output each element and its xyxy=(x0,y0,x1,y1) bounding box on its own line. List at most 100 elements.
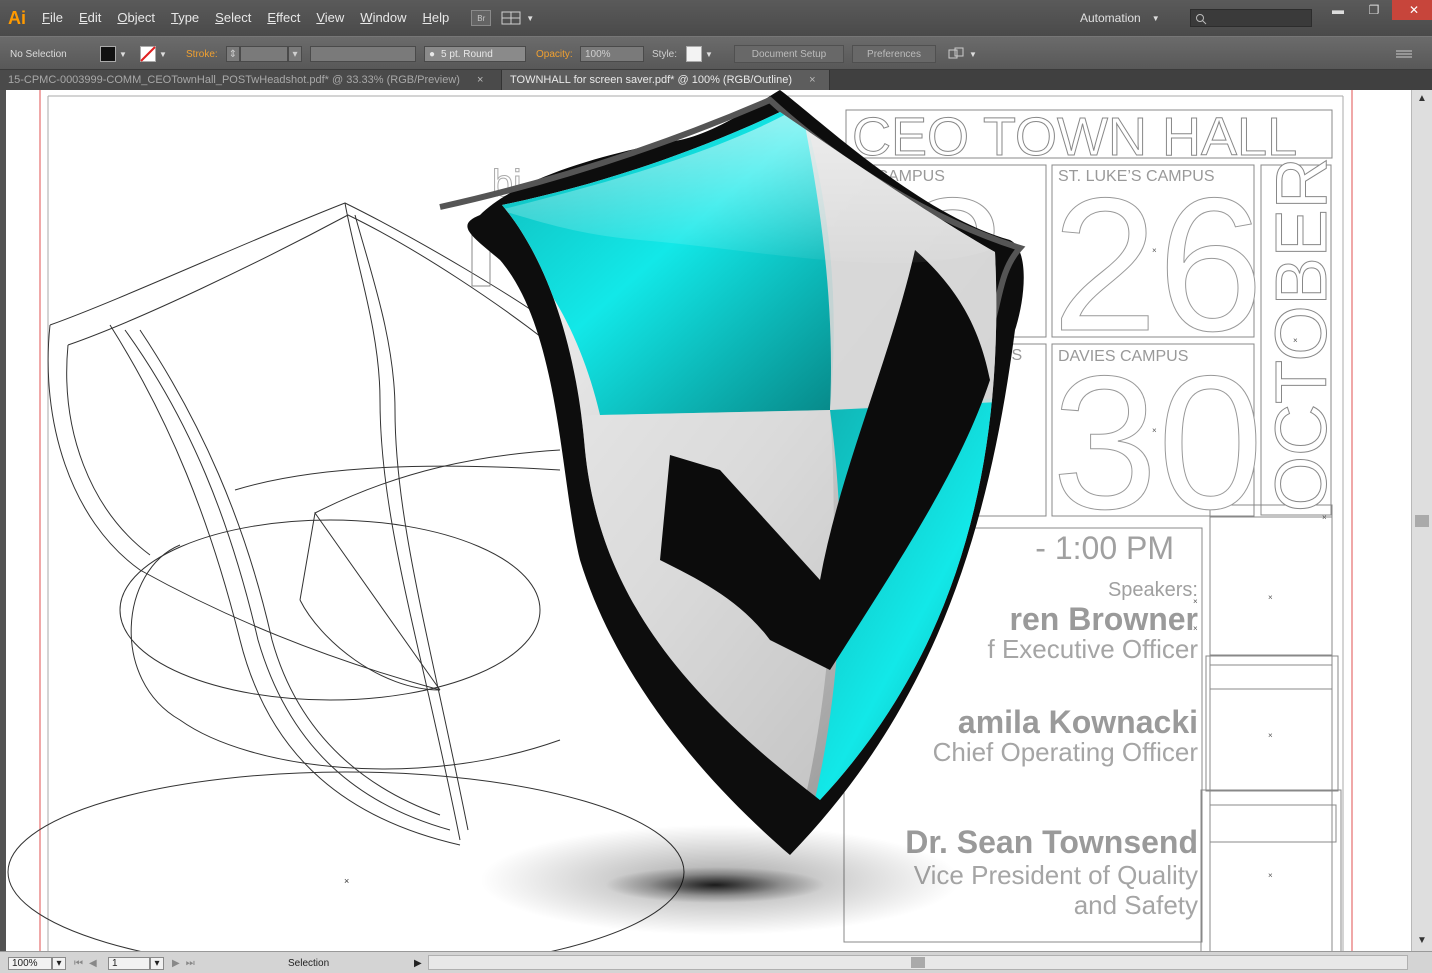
opacity-value[interactable]: 100% xyxy=(580,46,644,62)
speaker-2-name: amila Kownacki xyxy=(958,704,1198,740)
maximize-button[interactable]: ❐ xyxy=(1356,0,1392,20)
menu-select[interactable]: Select xyxy=(207,0,259,36)
search-input[interactable] xyxy=(1190,9,1312,27)
speaker-1-name: ren Browner xyxy=(1010,601,1198,637)
artwork: × CEO TOWN HALL bi IC CAMPUS ST. LUKE’S … xyxy=(7,90,1353,951)
next-artboard-icon[interactable]: ▶ xyxy=(172,958,180,969)
illustrator-window: Ai File Edit Object Type Select Effect V… xyxy=(0,0,1432,973)
style-swatch xyxy=(686,46,702,62)
speakers-label: Speakers: xyxy=(1108,579,1198,601)
menu-object[interactable]: Object xyxy=(109,0,163,36)
stroke-weight-stepper[interactable]: ⇕ ▾ xyxy=(226,45,302,63)
menu-bar: Ai File Edit Object Type Select Effect V… xyxy=(0,0,1432,36)
svg-text:×: × xyxy=(1152,426,1157,435)
close-icon[interactable]: × xyxy=(477,74,483,86)
arrange-icon[interactable]: ▼ xyxy=(948,45,977,63)
svg-text:×: × xyxy=(1193,624,1198,633)
opacity-label[interactable]: Opacity: xyxy=(536,45,573,63)
stroke-weight-field[interactable] xyxy=(240,46,288,62)
zoom-level[interactable]: 100% xyxy=(8,956,52,970)
svg-text:×: × xyxy=(1268,731,1273,740)
stroke-label[interactable]: Stroke: xyxy=(186,45,218,63)
control-bar: No Selection ▼ ▼ Stroke: ⇕ ▾ ● 5 pt. Rou… xyxy=(0,36,1432,70)
month-vertical: OCTOBER xyxy=(1262,157,1342,512)
svg-text:×: × xyxy=(1268,593,1273,602)
vertical-scrollbar[interactable]: ▲ ▼ xyxy=(1411,90,1432,951)
speaker-1-title: f Executive Officer xyxy=(988,634,1199,664)
current-tool-label: Selection xyxy=(288,957,330,969)
previous-artboard-icon[interactable]: ◀ xyxy=(89,958,97,969)
fill-color-swatch xyxy=(100,46,116,62)
artboard-nav-first[interactable]: ⏮ ◀ xyxy=(74,955,97,971)
control-panel-menu-icon[interactable] xyxy=(1396,45,1412,63)
no-stroke-icon xyxy=(140,46,156,62)
fill-swatch[interactable]: ▼ xyxy=(100,45,127,63)
scroll-down-icon[interactable]: ▼ xyxy=(1417,935,1427,946)
chevron-down-icon[interactable]: ▾ xyxy=(150,956,164,970)
search-icon xyxy=(1196,14,1207,25)
menu-type[interactable]: Type xyxy=(163,0,207,36)
tab-document-1[interactable]: 15-CPMC-0003999-COMM_CEOTownHall_POSTwHe… xyxy=(0,70,502,90)
brush-label: 5 pt. Round xyxy=(441,48,493,60)
stepper-arrows-icon[interactable]: ⇕ xyxy=(226,46,240,62)
preferences-button[interactable]: Preferences xyxy=(852,45,936,63)
speaker-3-title-line-2: and Safety xyxy=(1074,890,1198,920)
close-icon[interactable]: × xyxy=(809,74,815,86)
speaker-3-name: Dr. Sean Townsend xyxy=(905,824,1198,860)
bridge-icon[interactable]: Br xyxy=(471,10,492,26)
chevron-down-icon: ▼ xyxy=(1151,13,1160,23)
date-4: 30 xyxy=(1052,337,1263,549)
selection-status: No Selection xyxy=(10,48,67,60)
menu-help[interactable]: Help xyxy=(415,0,458,36)
last-artboard-icon[interactable]: ⏭ xyxy=(186,958,195,969)
svg-text:×: × xyxy=(1322,513,1327,522)
menu-view[interactable]: View xyxy=(308,0,352,36)
svg-text:×: × xyxy=(1293,336,1298,345)
brush-dropdown[interactable]: ● 5 pt. Round xyxy=(424,45,526,63)
poster-title: CEO TOWN HALL xyxy=(852,107,1297,167)
shield-preview xyxy=(439,90,1026,935)
window-controls: ▬ ❐ ✕ xyxy=(1320,0,1432,20)
document-setup-button[interactable]: Document Setup xyxy=(734,45,844,63)
minimize-button[interactable]: ▬ xyxy=(1320,0,1356,20)
scroll-up-icon[interactable]: ▲ xyxy=(1417,93,1427,104)
graphic-style-swatch[interactable]: ▼ xyxy=(686,45,713,63)
zoom-dropdown[interactable]: 100% ▾ xyxy=(8,955,66,971)
svg-text:×: × xyxy=(1152,246,1157,255)
close-button[interactable]: ✕ xyxy=(1392,0,1432,20)
artboard-number[interactable]: 1 xyxy=(108,956,150,970)
first-artboard-icon[interactable]: ⏮ xyxy=(74,958,83,969)
menu-window[interactable]: Window xyxy=(352,0,414,36)
workspace-label: Automation xyxy=(1080,11,1141,25)
tab-label: TOWNHALL for screen saver.pdf* @ 100% (R… xyxy=(510,74,792,86)
brush-dot-icon: ● xyxy=(429,48,436,60)
variable-width-dropdown[interactable] xyxy=(310,45,416,63)
menu-effect[interactable]: Effect xyxy=(259,0,308,36)
speaker-2-title: Chief Operating Officer xyxy=(933,737,1199,767)
workspace-switcher[interactable]: Automation ▼ xyxy=(1080,0,1160,36)
menu-edit[interactable]: Edit xyxy=(71,0,109,36)
menu-bar-icons: Br ▼ xyxy=(471,10,534,26)
tab-document-2[interactable]: TOWNHALL for screen saver.pdf* @ 100% (R… xyxy=(502,70,830,90)
variable-width-field[interactable] xyxy=(310,46,416,62)
svg-text:×: × xyxy=(1193,597,1198,606)
event-time: - 1:00 PM xyxy=(1035,530,1174,566)
illustrator-logo: Ai xyxy=(8,7,26,28)
center-point-marker: × xyxy=(344,876,349,886)
chevron-down-icon[interactable]: ▾ xyxy=(288,46,302,62)
artboard-nav-next[interactable]: ▶ ⏭ xyxy=(172,955,195,971)
document-tab-bar: 15-CPMC-0003999-COMM_CEOTownHall_POSTwHe… xyxy=(0,70,1432,90)
shield-contact-shadow xyxy=(605,867,825,903)
canvas[interactable]: × CEO TOWN HALL bi IC CAMPUS ST. LUKE’S … xyxy=(6,90,1411,951)
status-menu-icon[interactable]: ▶ xyxy=(414,955,422,971)
artboard-number-dropdown[interactable]: 1 ▾ xyxy=(108,955,164,971)
opacity-dropdown[interactable]: 100% xyxy=(580,45,644,63)
arrange-documents-icon[interactable]: ▼ xyxy=(501,11,534,25)
horizontal-scroll-thumb[interactable] xyxy=(911,957,925,968)
svg-text:×: × xyxy=(1268,871,1273,880)
horizontal-scrollbar[interactable] xyxy=(428,955,1408,970)
vertical-scroll-thumb[interactable] xyxy=(1415,515,1429,527)
stroke-swatch[interactable]: ▼ xyxy=(140,45,167,63)
chevron-down-icon[interactable]: ▾ xyxy=(52,956,66,970)
menu-file[interactable]: File xyxy=(34,0,71,36)
